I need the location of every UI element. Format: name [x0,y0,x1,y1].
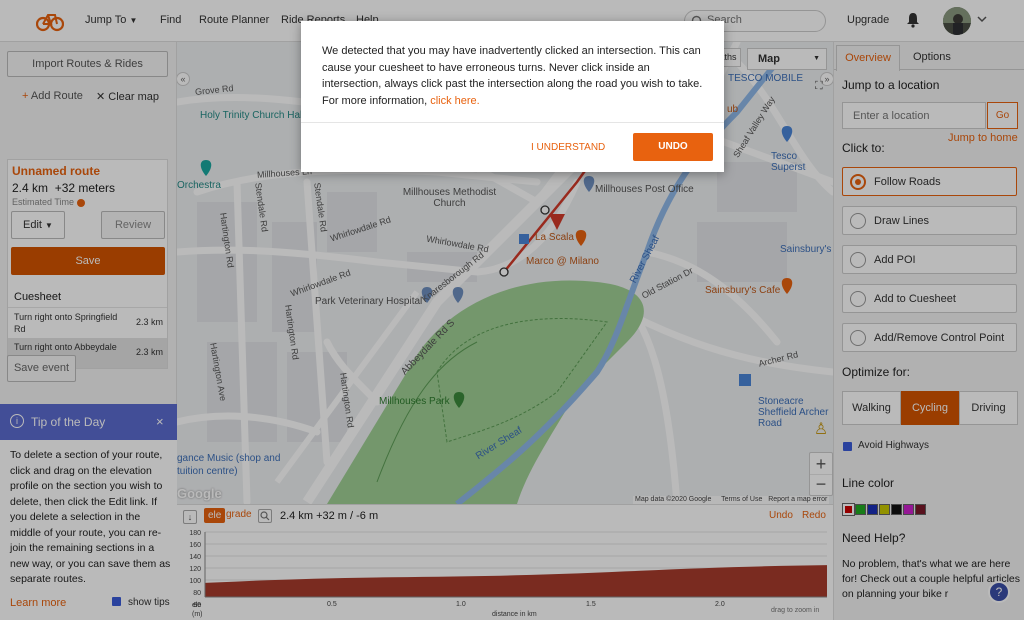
undo-dialog-button[interactable]: UNDO [633,133,713,161]
dialog-message: We detected that you may have inadverten… [322,45,703,107]
i-understand-button[interactable]: I UNDERSTAND [531,142,605,153]
divider [301,122,724,123]
intersection-warning-dialog: We detected that you may have inadverten… [301,21,724,172]
click-here-link[interactable]: click here. [430,95,480,107]
